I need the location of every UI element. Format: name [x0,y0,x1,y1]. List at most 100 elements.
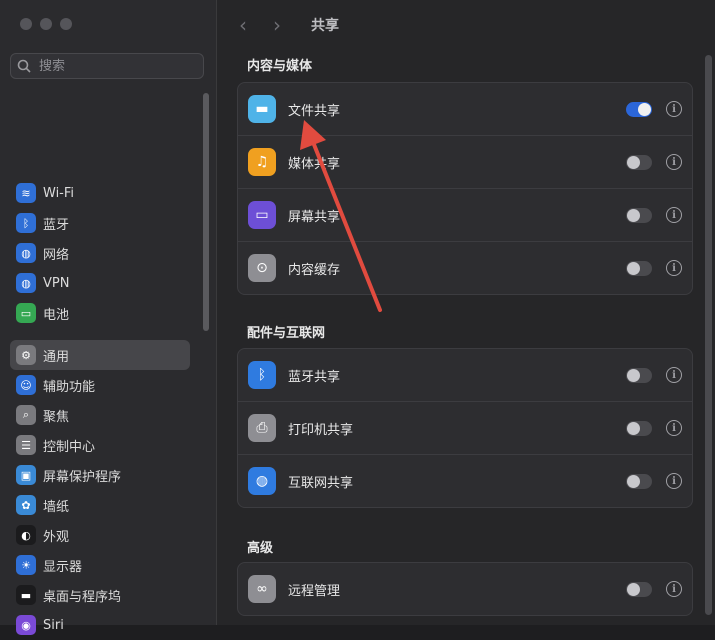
content-scrollbar[interactable] [705,55,712,615]
sidebar-item[interactable]: ▬ 桌面与程序坞 [10,580,190,610]
sidebar-item-label: 控制中心 [43,439,96,455]
binoculars-icon: ∞ [248,575,276,603]
page-title: 共享 [311,18,339,34]
sidebar-item[interactable]: ☺ 辅助功能 [10,370,190,400]
minimize-window-button[interactable] [40,18,52,30]
main-pane: ‹ › 共享 内容与媒体 ▬ 文件共享 i ♫ 媒体共享 i ▭ 屏幕共享 i ⊙ 内容缓存 i 配件与互… [217,0,715,625]
sidebar-item[interactable]: ≋ Wi-Fi [10,178,190,208]
globe-icon: ◍ [16,243,36,263]
section-title: 内容与媒体 [247,59,313,74]
battery-icon: ▭ [16,303,36,323]
magnifier-icon: ⌕ [16,405,36,425]
toggle-switch[interactable] [626,367,652,383]
row-label: 蓝牙共享 [288,369,341,385]
display-icon: ☀ [16,555,36,575]
sidebar-item[interactable]: ⌕ 聚焦 [10,400,190,430]
media-icon: ♫ [248,148,276,176]
sidebar-item-label: 屏幕保护程序 [43,469,122,485]
sidebar-scrollbar[interactable] [203,93,209,331]
bluetooth-icon: ᛒ [248,361,276,389]
screensaver-icon: ▣ [16,465,36,485]
sidebar-item-label: VPN [43,275,70,291]
toggle-switch[interactable] [626,581,652,597]
info-icon[interactable]: i [666,101,682,117]
info-icon[interactable]: i [666,367,682,383]
sidebar-item[interactable]: ⚙ 通用 [10,340,190,370]
section-title: 配件与互联网 [247,326,326,341]
wallpaper-icon: ✿ [16,495,36,515]
forward-button[interactable]: › [273,13,307,37]
system-settings-window: ≋ Wi-Fi ᛒ 蓝牙 ◍ 网络 ◍ VPN ▭ 电池 ⚙ 通用 ☺ 辅助功能 ⌕ 聚焦 ☰ 控制中心 ▣ 屏幕保护… [0,0,715,635]
search-field[interactable] [10,53,204,79]
sidebar-item-label: 显示器 [43,559,83,575]
sidebar-item[interactable]: ▣ 屏幕保护程序 [10,460,190,490]
settings-row: ᛒ 蓝牙共享 i [238,349,692,401]
sidebar-item[interactable]: ✿ 墙纸 [10,490,190,520]
sidebar-item[interactable]: ◉ Siri [10,610,190,640]
bluetooth-icon: ᛒ [16,213,36,233]
screen-share-icon: ▭ [248,201,276,229]
toolbar: ‹ › 共享 [217,0,715,50]
settings-group: ∞ 远程管理 i [237,562,693,616]
close-window-button[interactable] [20,18,32,30]
sidebar-item[interactable]: ▭ 电池 [10,298,190,328]
info-icon[interactable]: i [666,260,682,276]
window-controls [20,18,72,30]
settings-row: ⊙ 内容缓存 i [238,241,692,294]
sidebar-item-label: 墙纸 [43,499,70,515]
search-input[interactable] [37,57,191,75]
settings-row: ♫ 媒体共享 i [238,135,692,188]
settings-row: ▬ 文件共享 i [238,83,692,135]
gear-icon: ⚙ [16,345,36,365]
toggle-switch[interactable] [626,101,652,117]
toggle-switch[interactable] [626,207,652,223]
toggle-switch[interactable] [626,154,652,170]
info-icon[interactable]: i [666,154,682,170]
info-icon[interactable]: i [666,207,682,223]
sidebar-item[interactable]: ◍ VPN [10,268,190,298]
sidebar-item-label: 网络 [43,247,70,263]
zoom-window-button[interactable] [60,18,72,30]
back-button[interactable]: ‹ [239,13,273,37]
sidebar-item-label: 电池 [43,307,70,323]
toggle-switch[interactable] [626,420,652,436]
cache-icon: ⊙ [248,254,276,282]
control-center-icon: ☰ [16,435,36,455]
row-label: 媒体共享 [288,156,341,172]
search-icon [17,59,31,73]
settings-group: ▬ 文件共享 i ♫ 媒体共享 i ▭ 屏幕共享 i ⊙ 内容缓存 i [237,82,693,295]
sidebar-item[interactable]: ◐ 外观 [10,520,190,550]
row-label: 远程管理 [288,583,341,599]
dock-icon: ▬ [16,585,36,605]
sidebar-item-label: Wi-Fi [43,185,75,201]
row-label: 文件共享 [288,103,341,119]
info-icon[interactable]: i [666,473,682,489]
row-label: 内容缓存 [288,262,341,278]
globe-icon: ◍ [248,467,276,495]
toggle-switch[interactable] [626,473,652,489]
sidebar-item[interactable]: ᛒ 蓝牙 [10,208,190,238]
accessibility-icon: ☺ [16,375,36,395]
section-title: 高级 [247,541,274,556]
siri-icon: ◉ [16,615,36,635]
sidebar-item-label: 蓝牙 [43,217,70,233]
sidebar-nav: ≋ Wi-Fi ᛒ 蓝牙 ◍ 网络 ◍ VPN ▭ 电池 ⚙ 通用 ☺ 辅助功能 ⌕ 聚焦 ☰ 控制中心 ▣ 屏幕保护… [10,178,190,640]
settings-row: ◍ 互联网共享 i [238,454,692,507]
toggle-switch[interactable] [626,260,652,276]
row-label: 打印机共享 [288,422,354,438]
folder-icon: ▬ [248,95,276,123]
appearance-icon: ◐ [16,525,36,545]
row-label: 屏幕共享 [288,209,341,225]
sidebar-item-label: 聚焦 [43,409,70,425]
sidebar-item[interactable]: ☰ 控制中心 [10,430,190,460]
info-icon[interactable]: i [666,420,682,436]
info-icon[interactable]: i [666,581,682,597]
sidebar-item-label: Siri [43,617,64,633]
sidebar-item-label: 外观 [43,529,70,545]
settings-row: ▭ 屏幕共享 i [238,188,692,241]
sidebar-item-label: 通用 [43,349,70,365]
printer-icon: ⎙ [248,414,276,442]
sidebar-item-label: 辅助功能 [43,379,96,395]
sidebar-item[interactable]: ☀ 显示器 [10,550,190,580]
sidebar-item[interactable]: ◍ 网络 [10,238,190,268]
